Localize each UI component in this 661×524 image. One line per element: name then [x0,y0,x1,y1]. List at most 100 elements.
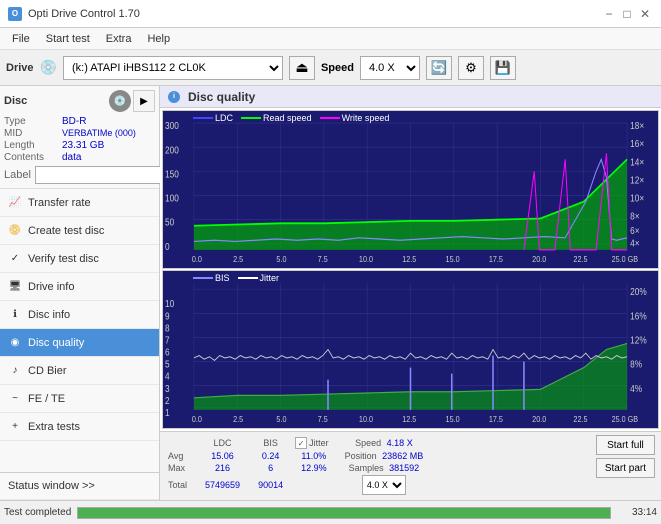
sidebar-spacer [0,441,159,472]
read-speed-legend-label: Read speed [263,113,312,123]
svg-text:5.0: 5.0 [276,254,287,264]
settings-button[interactable]: ⚙ [458,56,484,80]
svg-text:8%: 8% [630,359,642,370]
length-val: 23.31 GB [62,140,155,151]
sidebar-item-status-window[interactable]: Status window >> [0,472,159,500]
start-part-button[interactable]: Start part [596,458,655,478]
svg-text:12.5: 12.5 [402,254,417,264]
jitter-checkbox[interactable]: ✓ [295,437,307,449]
ldc-legend-label: LDC [215,113,233,123]
svg-text:7.5: 7.5 [318,414,329,424]
label-input[interactable] [35,166,173,184]
jitter-legend: Jitter [238,273,280,283]
disc-contents-row: Contents data [4,152,155,163]
content-area: i Disc quality LDC Read speed [160,86,661,500]
start-full-button[interactable]: Start full [596,435,655,455]
svg-text:20.0: 20.0 [532,414,547,424]
menu-extra[interactable]: Extra [98,31,140,47]
svg-text:16×: 16× [630,139,644,150]
sidebar-item-fe-te[interactable]: ~ FE / TE [0,385,159,413]
menu-file[interactable]: File [4,31,38,47]
speed-stat-label: Speed [355,438,381,448]
sidebar-item-disc-info[interactable]: ℹ Disc info [0,301,159,329]
row-avg-label: Avg [168,451,195,461]
write-speed-legend: Write speed [320,113,390,123]
disc-quality-icon: ◉ [8,336,22,350]
svg-text:18×: 18× [630,121,644,132]
bis-legend-label: BIS [215,273,230,283]
contents-val: data [62,152,155,163]
top-chart-legend: LDC Read speed Write speed [193,113,389,123]
save-button[interactable]: 💾 [490,56,516,80]
close-button[interactable]: ✕ [637,6,653,22]
sidebar-item-cd-bier[interactable]: ♪ CD Bier [0,357,159,385]
max-jitter-val: 12.9% [293,463,335,473]
svg-text:15.0: 15.0 [446,254,461,264]
svg-text:15.0: 15.0 [446,414,461,424]
nav-label-disc-quality: Disc quality [28,337,84,349]
sidebar-item-create-test-disc[interactable]: 📀 Create test disc [0,217,159,245]
svg-text:4%: 4% [630,383,642,394]
sidebar-item-disc-quality[interactable]: ◉ Disc quality [0,329,159,357]
svg-text:5.0: 5.0 [276,414,287,424]
disc-icon: 💿 [109,90,131,112]
drive-label: Drive [6,62,34,74]
drive-select[interactable]: (k:) ATAPI iHBS112 2 CL0K [63,56,283,80]
svg-text:100: 100 [165,193,179,204]
speed-select-row: 4.0 X [337,475,432,495]
app-icon: O [8,7,22,21]
statusbar: Test completed 33:14 [0,500,661,524]
chart-title: Disc quality [188,90,255,104]
svg-text:17.5: 17.5 [489,414,504,424]
minimize-button[interactable]: − [601,6,617,22]
row-max-label: Max [168,463,195,473]
svg-text:8: 8 [165,323,170,334]
total-jitter-val [293,475,335,495]
nav-label-disc-info: Disc info [28,309,70,321]
svg-text:17.5: 17.5 [489,254,504,264]
sidebar-item-transfer-rate[interactable]: 📈 Transfer rate [0,189,159,217]
disc-mid-row: MID VERBATIMe (000) [4,128,155,139]
menu-starttest[interactable]: Start test [38,31,98,47]
refresh-button[interactable]: 🔄 [426,56,452,80]
transfer-rate-icon: 📈 [8,196,22,210]
svg-text:10.0: 10.0 [359,414,374,424]
create-test-disc-icon: 📀 [8,224,22,238]
stats-speed-select[interactable]: 4.0 X [362,475,406,495]
time-display: 33:14 [617,507,657,518]
bottom-chart-legend: BIS Jitter [193,273,279,283]
svg-text:3: 3 [165,383,170,394]
sidebar-item-extra-tests[interactable]: + Extra tests [0,413,159,441]
nav-label-transfer-rate: Transfer rate [28,197,91,209]
nav-label-extra-tests: Extra tests [28,421,80,433]
menubar: File Start test Extra Help [0,28,661,50]
avg-jitter-val: 11.0% [293,451,335,461]
svg-text:6×: 6× [630,226,639,237]
svg-text:9: 9 [165,311,170,322]
svg-text:16%: 16% [630,311,647,322]
menu-help[interactable]: Help [139,31,178,47]
speed-select[interactable]: 4.0 X [360,56,420,80]
svg-text:0.0: 0.0 [192,414,203,424]
avg-bis-val: 0.24 [250,451,291,461]
eject-button[interactable]: ⏏ [289,56,315,80]
svg-text:300: 300 [165,121,179,132]
sidebar-item-drive-info[interactable]: 🖥 Drive info [0,273,159,301]
nav-label-drive-info: Drive info [28,281,74,293]
svg-text:0.0: 0.0 [192,254,203,264]
mid-key: MID [4,128,58,139]
col-ldc: LDC [197,437,248,449]
bis-legend-color [193,277,213,279]
stats-bar: LDC BIS ✓ Jitter Speed 4.18 X [160,431,661,500]
max-bis-val: 6 [250,463,291,473]
sidebar: Disc 💿 ▶ Type BD-R MID VERBATIMe (000) L… [0,86,160,500]
maximize-button[interactable]: □ [619,6,635,22]
svg-text:5: 5 [165,359,170,370]
type-key: Type [4,116,58,127]
sidebar-item-verify-test-disc[interactable]: ✓ Verify test disc [0,245,159,273]
progress-bar-container [77,507,611,519]
mid-val: VERBATIMe (000) [62,128,155,139]
svg-text:14×: 14× [630,157,644,168]
svg-text:0: 0 [165,241,170,252]
disc-action-btn[interactable]: ▶ [133,90,155,112]
